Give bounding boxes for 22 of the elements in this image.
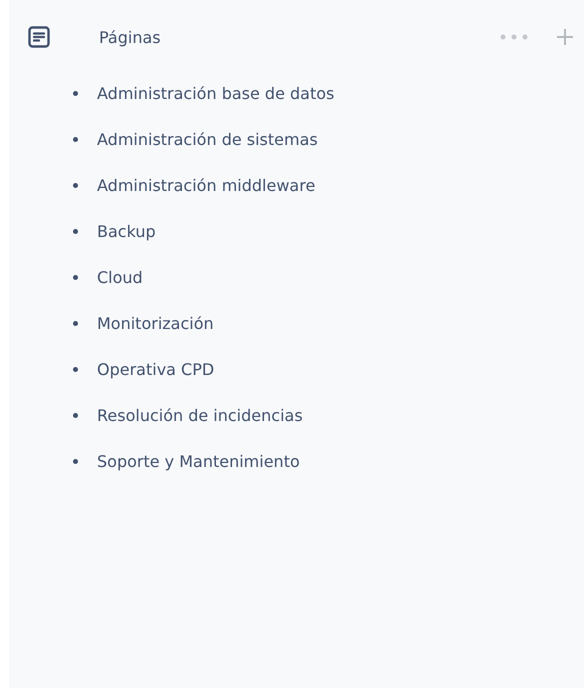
section-title[interactable]: Páginas	[99, 28, 161, 46]
bullet-icon	[73, 458, 78, 464]
bullet-icon	[73, 182, 78, 188]
bullet-icon	[73, 412, 78, 418]
bullet-icon	[73, 136, 78, 142]
page-link[interactable]: Administración base de datos	[97, 84, 334, 102]
page-link[interactable]: Administración de sistemas	[97, 130, 318, 148]
page-link[interactable]: Soporte y Mantenimiento	[97, 452, 300, 470]
page-link[interactable]: Monitorización	[97, 314, 214, 332]
bullet-icon	[73, 320, 78, 326]
page-link[interactable]: Cloud	[97, 268, 143, 286]
bullet-icon	[73, 274, 78, 280]
page-link[interactable]: Resolución de incidencias	[97, 406, 303, 424]
document-icon	[28, 26, 50, 48]
plus-icon[interactable]	[556, 28, 574, 46]
page-link[interactable]: Operativa CPD	[97, 360, 214, 378]
page-link[interactable]: Administración middleware	[97, 176, 316, 194]
bullet-icon	[73, 366, 78, 372]
page-link[interactable]: Backup	[97, 222, 156, 240]
bullet-icon	[73, 90, 78, 96]
more-icon[interactable]	[500, 34, 528, 40]
bullet-icon	[73, 228, 78, 234]
